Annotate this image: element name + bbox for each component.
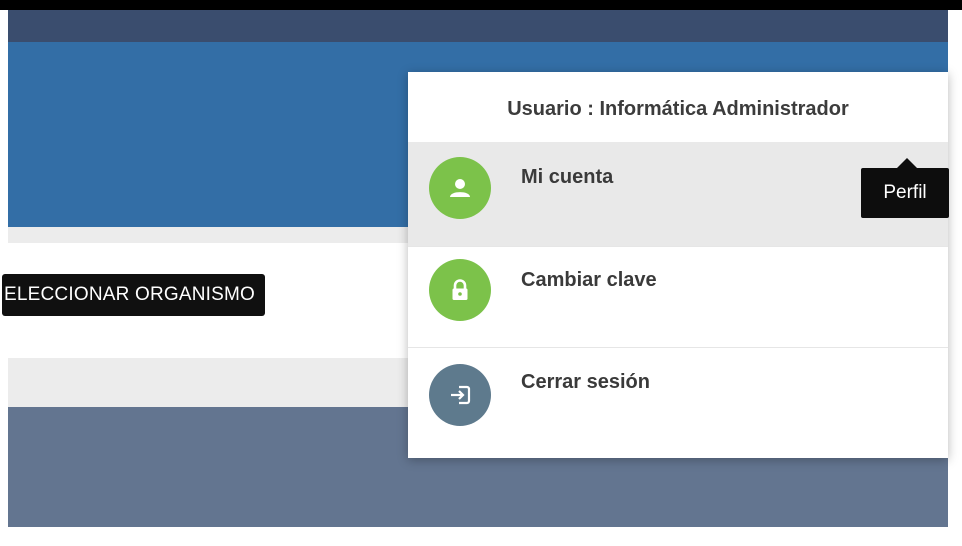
perfil-tooltip: Perfil <box>861 168 949 218</box>
scroll-gutter <box>948 10 962 546</box>
menu-item-cambiar-clave[interactable]: Cambiar clave <box>408 246 948 350</box>
menu-item-label: Cambiar clave <box>521 269 657 291</box>
user-dropdown: Usuario : Informática Administrador Mi c… <box>408 72 948 458</box>
select-organism-tooltip: ELECCIONAR ORGANISMO <box>2 274 266 316</box>
tooltip-arrow <box>897 158 917 168</box>
logout-icon <box>429 364 491 426</box>
menu-item-label: Cerrar sesión <box>521 371 650 393</box>
menu-item-label: Mi cuenta <box>521 166 614 188</box>
app-screen: ELECCIONAR ORGANISMO Usuario : Informáti… <box>0 0 962 546</box>
top-bar <box>0 0 962 10</box>
dropdown-title: Usuario : Informática Administrador <box>507 98 849 120</box>
user-icon <box>429 157 491 219</box>
navbar-strip <box>8 10 948 42</box>
lock-icon <box>429 259 491 321</box>
menu-item-cerrar-sesion[interactable]: Cerrar sesión <box>408 347 948 458</box>
